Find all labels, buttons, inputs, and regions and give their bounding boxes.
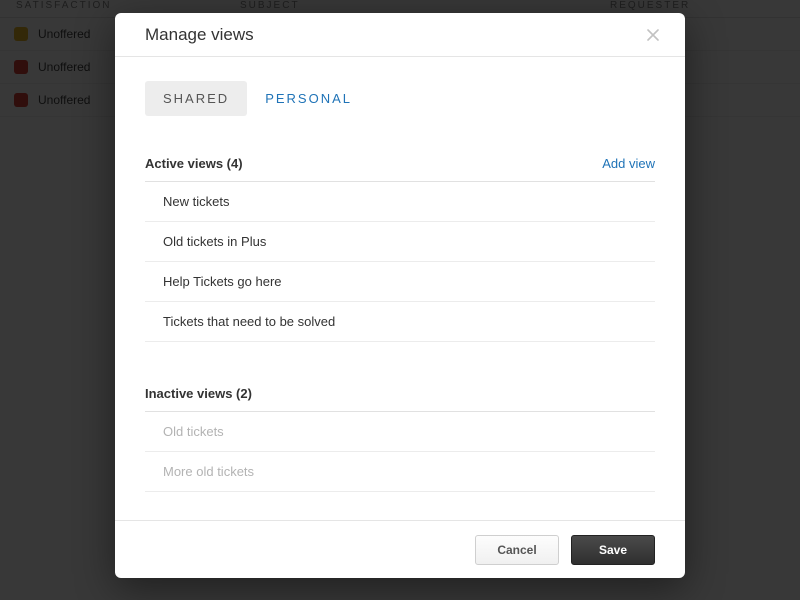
inactive-views-label: Inactive views (2) bbox=[145, 386, 252, 401]
tab-personal[interactable]: PERSONAL bbox=[247, 81, 370, 116]
inactive-views-header: Inactive views (2) bbox=[145, 386, 655, 412]
view-item[interactable]: Old tickets in Plus bbox=[145, 222, 655, 262]
modal-title: Manage views bbox=[145, 25, 254, 45]
inactive-views-list: Old tickets More old tickets bbox=[145, 412, 655, 492]
tab-shared[interactable]: SHARED bbox=[145, 81, 247, 116]
active-views-list: New tickets Old tickets in Plus Help Tic… bbox=[145, 182, 655, 342]
view-item[interactable]: Tickets that need to be solved bbox=[145, 302, 655, 342]
add-view-link[interactable]: Add view bbox=[602, 156, 655, 171]
save-button[interactable]: Save bbox=[571, 535, 655, 565]
active-views-header: Active views (4) Add view bbox=[145, 156, 655, 182]
view-item-inactive[interactable]: Old tickets bbox=[145, 412, 655, 452]
cancel-button[interactable]: Cancel bbox=[475, 535, 559, 565]
modal-body: SHARED PERSONAL Active views (4) Add vie… bbox=[115, 57, 685, 520]
manage-views-modal: Manage views SHARED PERSONAL Active view… bbox=[115, 13, 685, 578]
active-views-label: Active views (4) bbox=[145, 156, 243, 171]
view-item[interactable]: New tickets bbox=[145, 182, 655, 222]
view-item-inactive[interactable]: More old tickets bbox=[145, 452, 655, 492]
tabs: SHARED PERSONAL bbox=[145, 81, 655, 116]
modal-footer: Cancel Save bbox=[115, 520, 685, 578]
modal-header: Manage views bbox=[115, 13, 685, 57]
view-item[interactable]: Help Tickets go here bbox=[145, 262, 655, 302]
close-icon[interactable] bbox=[643, 25, 663, 45]
